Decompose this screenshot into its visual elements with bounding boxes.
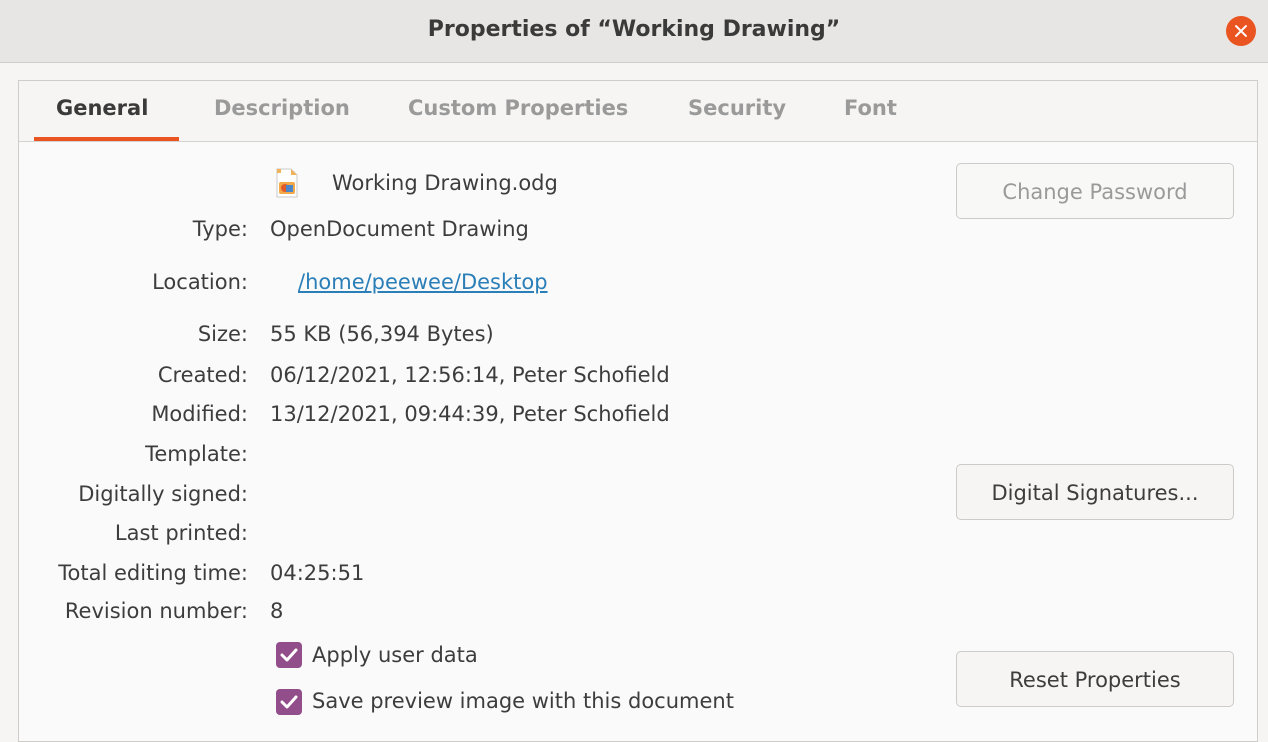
template-label: Template:	[145, 442, 248, 466]
odg-file-icon	[276, 168, 298, 198]
revision-number-value: 8	[270, 599, 284, 623]
location-label: Location:	[152, 270, 248, 294]
window-title: Properties of “Working Drawing”	[427, 17, 841, 42]
type-value: OpenDocument Drawing	[270, 217, 529, 241]
location-link[interactable]: /home/peewee/Desktop	[298, 270, 548, 294]
modified-label: Modified:	[151, 402, 248, 426]
total-editing-time-label: Total editing time:	[58, 561, 248, 585]
total-editing-time-value: 04:25:51	[270, 561, 365, 585]
save-preview-image-label[interactable]: Save preview image with this document	[312, 689, 734, 713]
save-preview-image-checkbox[interactable]	[276, 689, 302, 715]
last-printed-label: Last printed:	[114, 521, 248, 545]
apply-user-data-label[interactable]: Apply user data	[312, 643, 478, 667]
created-value: 06/12/2021, 12:56:14, Peter Schofield	[270, 363, 670, 387]
digitally-signed-label: Digitally signed:	[78, 482, 248, 506]
size-label: Size:	[197, 322, 248, 346]
created-label: Created:	[157, 363, 248, 387]
tab-font[interactable]: Font	[844, 96, 897, 120]
tab-security[interactable]: Security	[688, 96, 786, 120]
reset-properties-button[interactable]: Reset Properties	[956, 651, 1234, 707]
tab-custom-properties[interactable]: Custom Properties	[408, 96, 628, 120]
checkmark-icon	[280, 695, 298, 709]
modified-value: 13/12/2021, 09:44:39, Peter Schofield	[270, 402, 670, 426]
apply-user-data-checkbox[interactable]	[276, 642, 302, 668]
checkmark-icon	[280, 648, 298, 662]
size-value: 55 KB (56,394 Bytes)	[270, 322, 494, 346]
tab-bar: General Description Custom Properties Se…	[19, 81, 1257, 142]
active-tab-indicator	[34, 137, 179, 141]
tab-description[interactable]: Description	[214, 96, 350, 120]
revision-number-label: Revision number:	[64, 599, 248, 623]
title-bar: Properties of “Working Drawing”	[0, 0, 1268, 63]
type-label: Type:	[192, 217, 248, 241]
digital-signatures-button[interactable]: Digital Signatures...	[956, 464, 1234, 520]
tab-general[interactable]: General	[56, 96, 148, 120]
close-button[interactable]	[1226, 16, 1256, 46]
file-name: Working Drawing.odg	[332, 171, 558, 195]
change-password-button[interactable]: Change Password	[956, 163, 1234, 219]
